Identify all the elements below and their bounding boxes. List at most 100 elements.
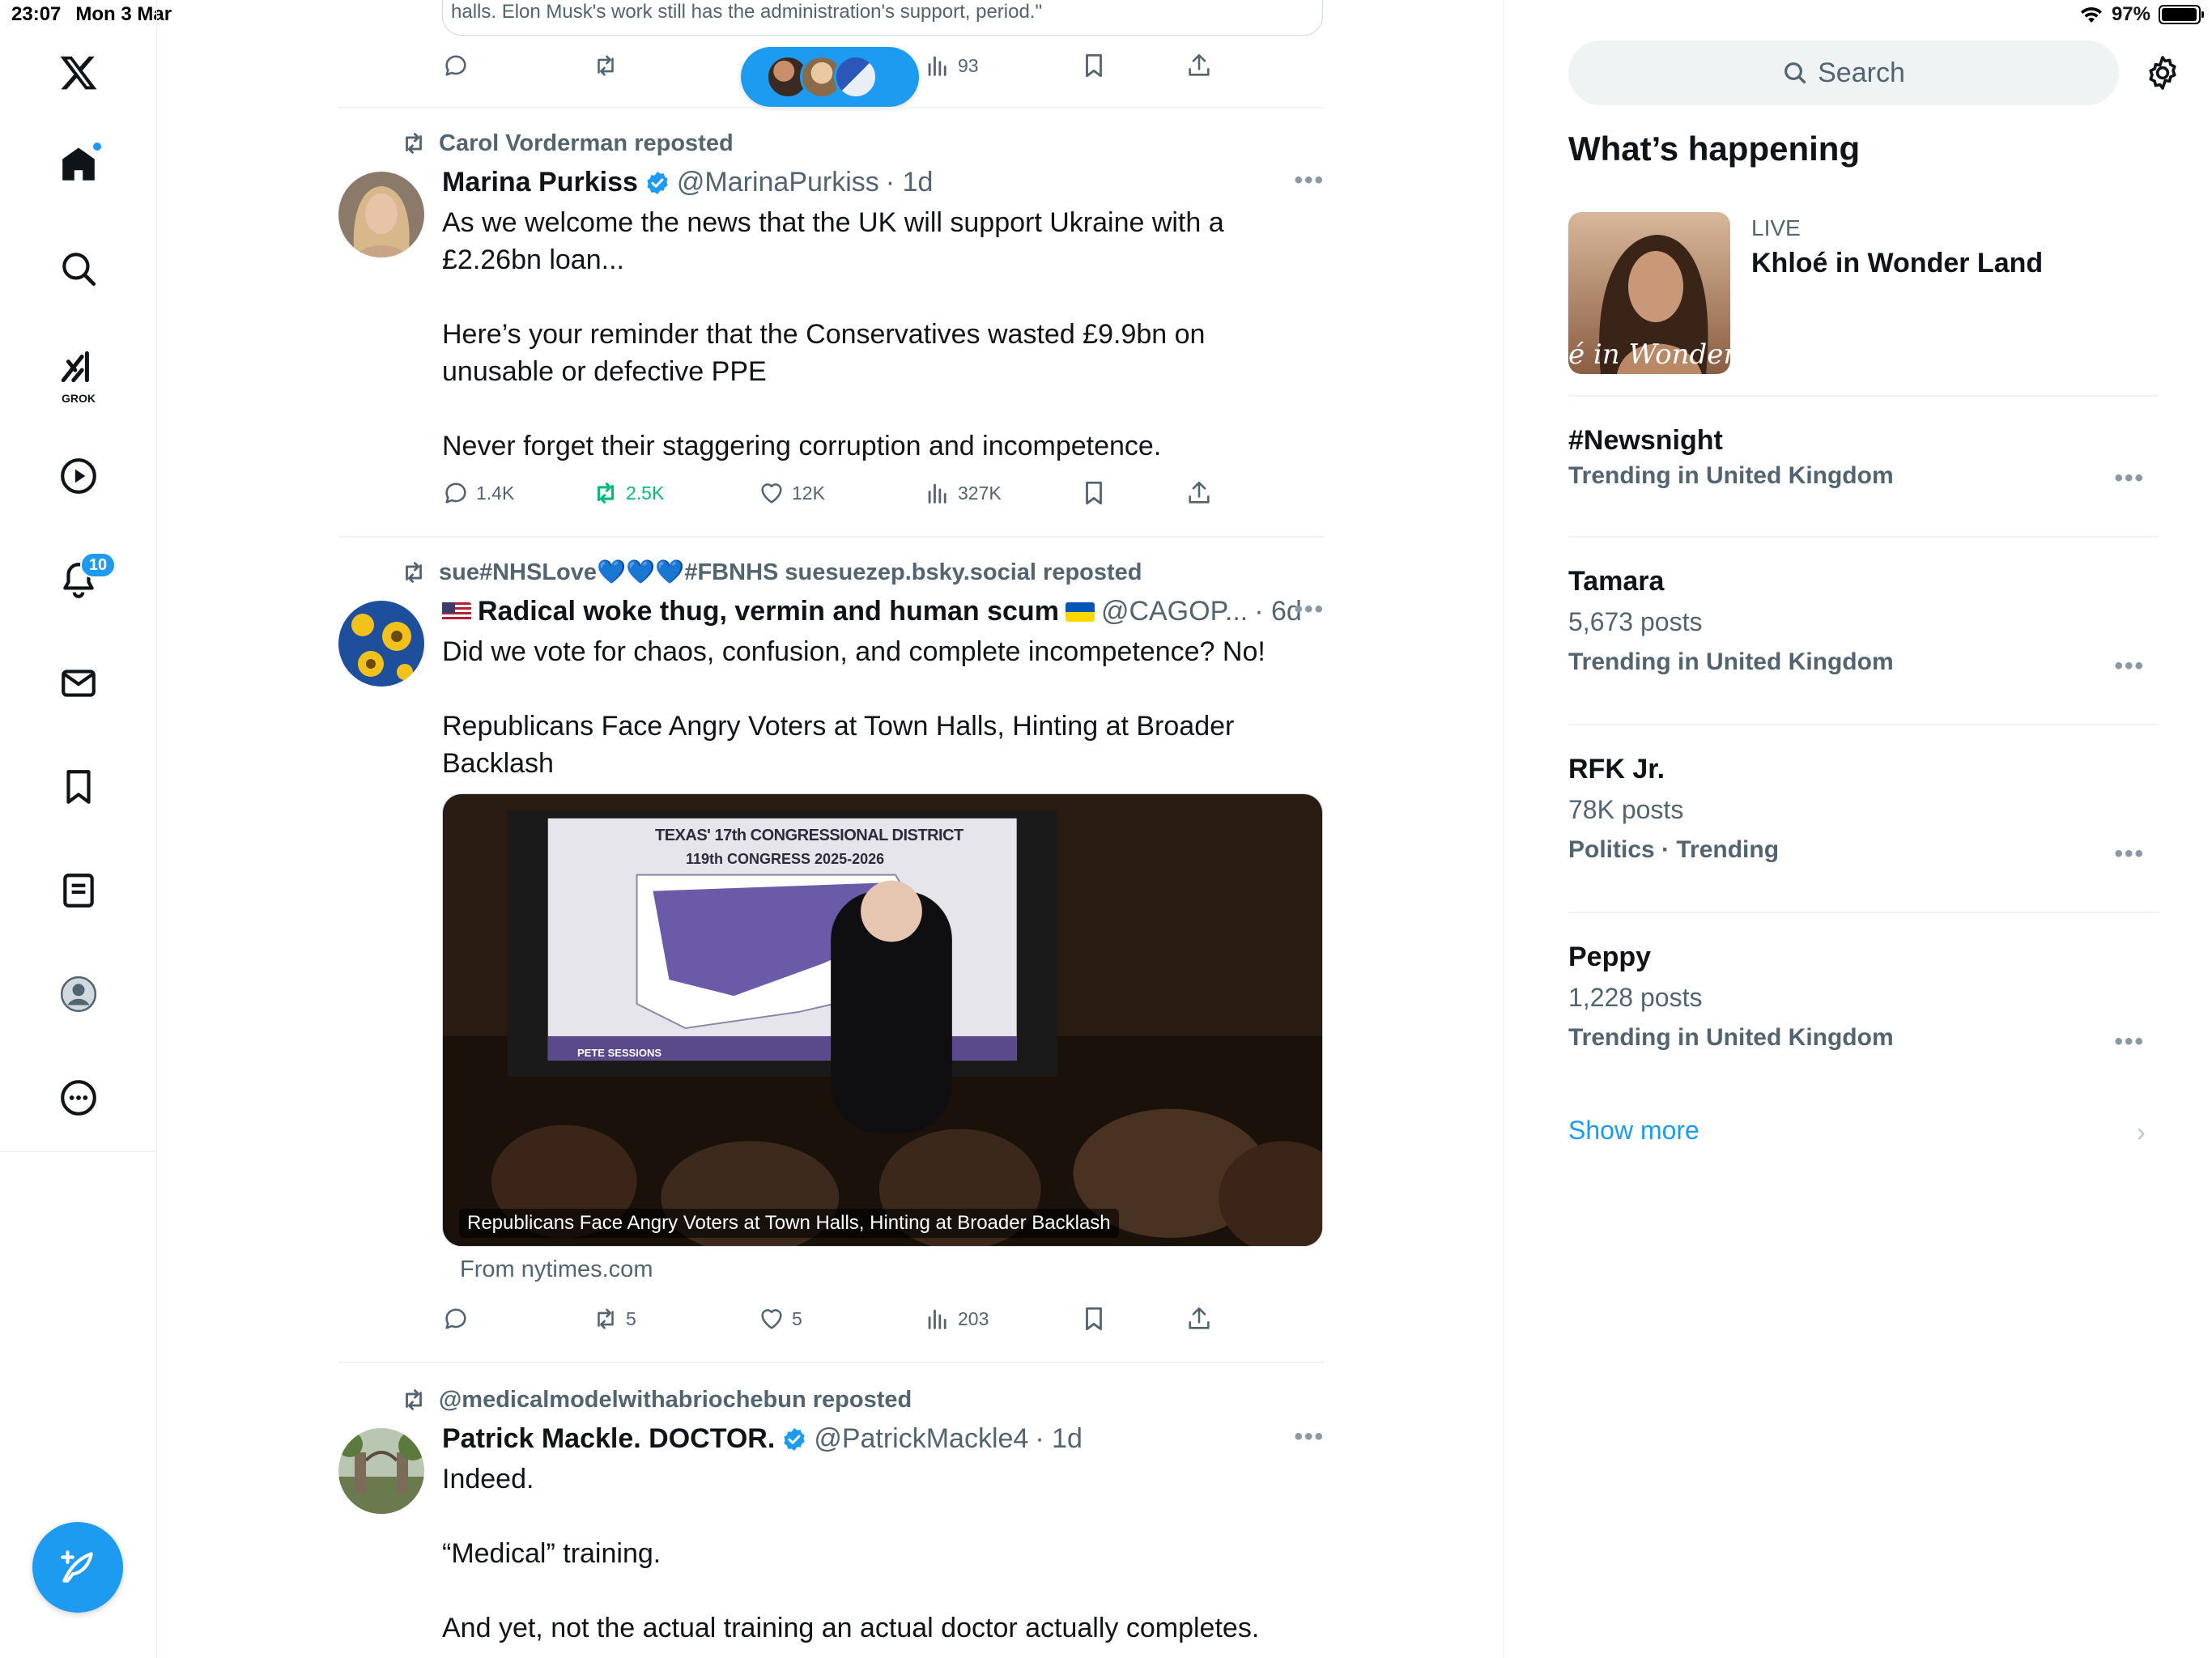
post-header: Patrick Mackle. DOCTOR. @PatrickMackle4 … [442,1423,1083,1455]
avatar[interactable] [338,601,424,687]
reply-icon [445,55,466,76]
nav-bookmarks[interactable] [46,755,111,819]
trend-name: #Newsnight [1568,425,1723,456]
right-sidebar: Search What’s happening é in Wonder I LI… [1503,0,2212,1658]
nav-messages[interactable] [46,651,111,716]
handle[interactable]: @PatrickMackle4 [814,1423,1028,1455]
handle[interactable]: @CAGOP... [1101,596,1248,627]
quoted-text: halls. Elon Musk's work still has the ad… [451,1,1042,23]
search-input[interactable]: Search [1568,40,2119,105]
nav-lists[interactable] [46,858,111,923]
post-more-icon[interactable]: ••• [1294,167,1325,194]
heart-icon [761,483,782,504]
reposted-by-suffix: #FBNHS suesuezep.bsky.social reposted [684,559,1142,585]
display-name[interactable]: Marina Purkiss [442,167,638,198]
x-logo-icon[interactable] [46,40,111,105]
handle[interactable]: @MarinaPurkiss [677,167,879,198]
repost-button[interactable]: 2.5K [592,479,664,507]
repost-context: Carol Vorderman reposted [400,130,734,157]
reposted-by: Carol Vorderman reposted [439,130,734,156]
trend-count: 78K posts [1568,795,1684,824]
ukraine-flag-icon [1065,602,1095,622]
new-posts-pill[interactable]: ↑ [741,47,919,107]
like-count: 5 [792,1307,802,1329]
search-icon [1784,62,1806,84]
bookmark-icon [1086,1307,1102,1331]
repost-icon [598,1308,614,1329]
display-name[interactable]: Radical woke thug, vermin and human scum [478,596,1059,627]
repost-button[interactable] [592,52,619,79]
nav-explore[interactable] [46,236,111,301]
views-button[interactable]: 203 [924,1305,989,1333]
share-icon [1189,1307,1210,1329]
repost-context: sue#NHSLove💙💙💙#FBNHS suesuezep.bsky.soci… [400,559,1142,586]
reply-button[interactable]: 1.4K [442,479,514,507]
share-button[interactable] [1185,1305,1213,1333]
trend-item[interactable]: RFK Jr. 78K posts Politics · Trending ••… [1568,751,2159,868]
repost-count: 2.5K [626,482,665,504]
post-text: Did we vote for chaos, confusion, and co… [442,636,1266,779]
views-button[interactable]: 327K [924,479,1002,507]
verified-badge-icon [781,1426,807,1452]
trend-more-icon[interactable]: ••• [2114,653,2145,680]
reposted-by-prefix: sue#NHSLove [439,559,598,585]
like-button[interactable]: 5 [758,1305,802,1333]
post-actions: 5 5 203 [442,1305,1325,1337]
repost-count: 5 [626,1307,636,1329]
trend-item[interactable]: Tamara 5,673 posts Trending in United Ki… [1568,563,2159,680]
show-more-link[interactable]: Show more [1568,1116,1699,1146]
display-name[interactable]: Patrick Mackle. DOCTOR. [442,1423,775,1455]
trend-more-icon[interactable]: ••• [2114,840,2145,868]
avatar[interactable] [338,1428,424,1514]
nav-more[interactable] [46,1065,111,1130]
reply-icon [445,1308,466,1329]
post-more-icon[interactable]: ••• [1294,596,1325,623]
pill-avatar [834,55,878,99]
post-more-icon[interactable]: ••• [1294,1423,1325,1451]
nav-grok[interactable]: GROK [46,340,111,405]
timeline[interactable]: halls. Elon Musk's work still has the ad… [338,0,1325,1658]
like-count: 12K [792,482,825,504]
post-time[interactable]: · 1d [886,167,934,198]
bookmark-button[interactable] [1080,52,1108,79]
compose-button[interactable] [32,1522,123,1613]
repost-icon [406,133,422,154]
trend-item[interactable]: Peppy 1,228 posts Trending in United Kin… [1568,939,2159,1056]
trend-context: Trending in United Kingdom [1568,1024,1894,1051]
reply-button[interactable] [442,52,470,79]
home-icon [62,147,95,181]
link-source[interactable]: From nytimes.com [460,1256,653,1283]
views-button[interactable]: 93 [924,52,979,79]
reply-button[interactable] [442,1305,476,1333]
gear-icon[interactable] [2143,53,2182,92]
repost-button[interactable]: 5 [592,1305,636,1333]
share-button[interactable] [1185,479,1213,507]
media-caption: Republicans Face Angry Voters at Town Ha… [459,1209,1119,1238]
live-event-card[interactable]: é in Wonder I LIVE Khloé in Wonder Land [1568,212,2159,382]
nav-profile[interactable] [46,962,111,1027]
trend-item[interactable]: #Newsnight Trending in United Kingdom ••… [1568,423,2159,494]
left-nav: GROK 10 [0,0,157,1658]
nav-home[interactable] [46,133,111,198]
reply-count: 1.4K [476,482,515,504]
link-card-image[interactable]: TEXAS' 17th CONGRESSIONAL DISTRICT 119th… [442,793,1323,1247]
trend-more-icon[interactable]: ••• [2114,1028,2145,1056]
post-time[interactable]: · 1d [1035,1423,1083,1455]
trend-count: 5,673 posts [1568,607,1703,636]
nav-notifications[interactable]: 10 [46,547,116,612]
grok-label: GROK [62,392,96,405]
avatar[interactable] [338,172,424,257]
verified-badge-icon [644,170,670,196]
video-icon [61,458,96,494]
trend-more-icon[interactable]: ••• [2114,465,2145,492]
bookmark-button[interactable] [1080,1305,1108,1333]
trend-context: Trending in United Kingdom [1568,648,1894,675]
quoted-post[interactable]: halls. Elon Musk's work still has the ad… [442,0,1323,36]
nav-video[interactable] [46,444,111,508]
share-button[interactable] [1185,52,1213,79]
post-header: Marina Purkiss @MarinaPurkiss · 1d [442,167,933,198]
bookmark-icon [1086,53,1102,78]
like-button[interactable]: 12K [758,479,825,507]
compose-feather-icon [61,1550,93,1583]
bookmark-button[interactable] [1080,479,1108,507]
